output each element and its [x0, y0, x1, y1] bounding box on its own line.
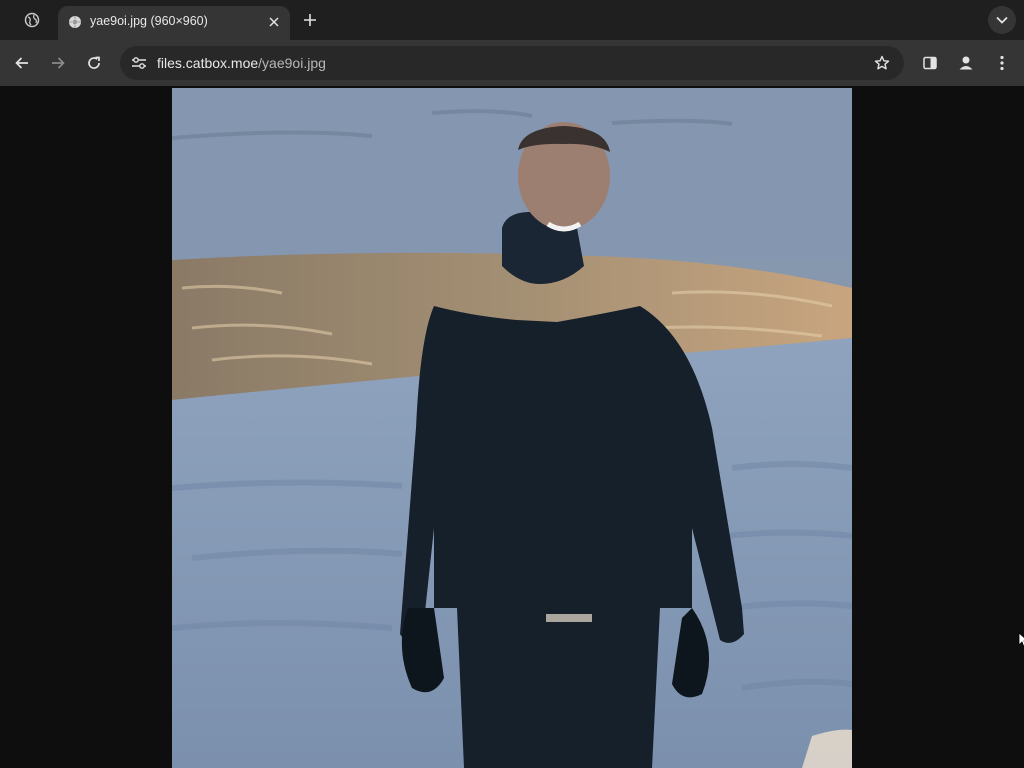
back-button[interactable]	[8, 49, 36, 77]
forward-arrow-icon	[52, 57, 65, 69]
photo-illustration	[172, 88, 852, 768]
image-favicon-icon	[69, 16, 81, 28]
url-text[interactable]: files.catbox.moe/yae9oi.jpg	[157, 55, 326, 71]
toolbar: files.catbox.moe/yae9oi.jpg	[0, 40, 1024, 86]
reload-button[interactable]	[80, 49, 108, 77]
side-panel-icon	[923, 56, 937, 70]
address-bar[interactable]: files.catbox.moe/yae9oi.jpg	[120, 46, 904, 80]
reload-icon	[88, 56, 100, 69]
mouse-cursor-icon	[1018, 632, 1024, 648]
active-tab[interactable]: yae9oi.jpg (960×960)	[58, 6, 290, 40]
tune-icon	[132, 57, 146, 69]
star-icon	[874, 55, 890, 70]
plus-icon	[304, 14, 316, 26]
side-panel-button[interactable]	[916, 49, 944, 77]
new-tab-button[interactable]	[298, 8, 322, 32]
displayed-image[interactable]	[172, 88, 852, 768]
profile-icon	[959, 56, 973, 70]
back-arrow-icon	[15, 57, 28, 69]
menu-button[interactable]	[988, 49, 1016, 77]
tab-title: yae9oi.jpg (960×960)	[90, 14, 208, 28]
profile-button[interactable]	[952, 49, 980, 77]
url-path: /yae9oi.jpg	[258, 55, 326, 71]
url-host: files.catbox.moe	[157, 55, 259, 71]
site-info-button[interactable]	[126, 50, 152, 76]
tab-search-button[interactable]	[988, 6, 1016, 34]
forward-button[interactable]	[44, 49, 72, 77]
globe-icon	[24, 12, 40, 28]
more-vert-icon	[1000, 55, 1004, 71]
inactive-tab[interactable]	[16, 4, 48, 36]
image-viewer	[0, 86, 1024, 768]
bookmark-button[interactable]	[870, 51, 894, 75]
tab-close-button[interactable]	[266, 14, 282, 30]
close-icon	[269, 17, 279, 27]
chevron-down-icon	[996, 16, 1008, 24]
tab-strip: yae9oi.jpg (960×960)	[0, 0, 1024, 40]
